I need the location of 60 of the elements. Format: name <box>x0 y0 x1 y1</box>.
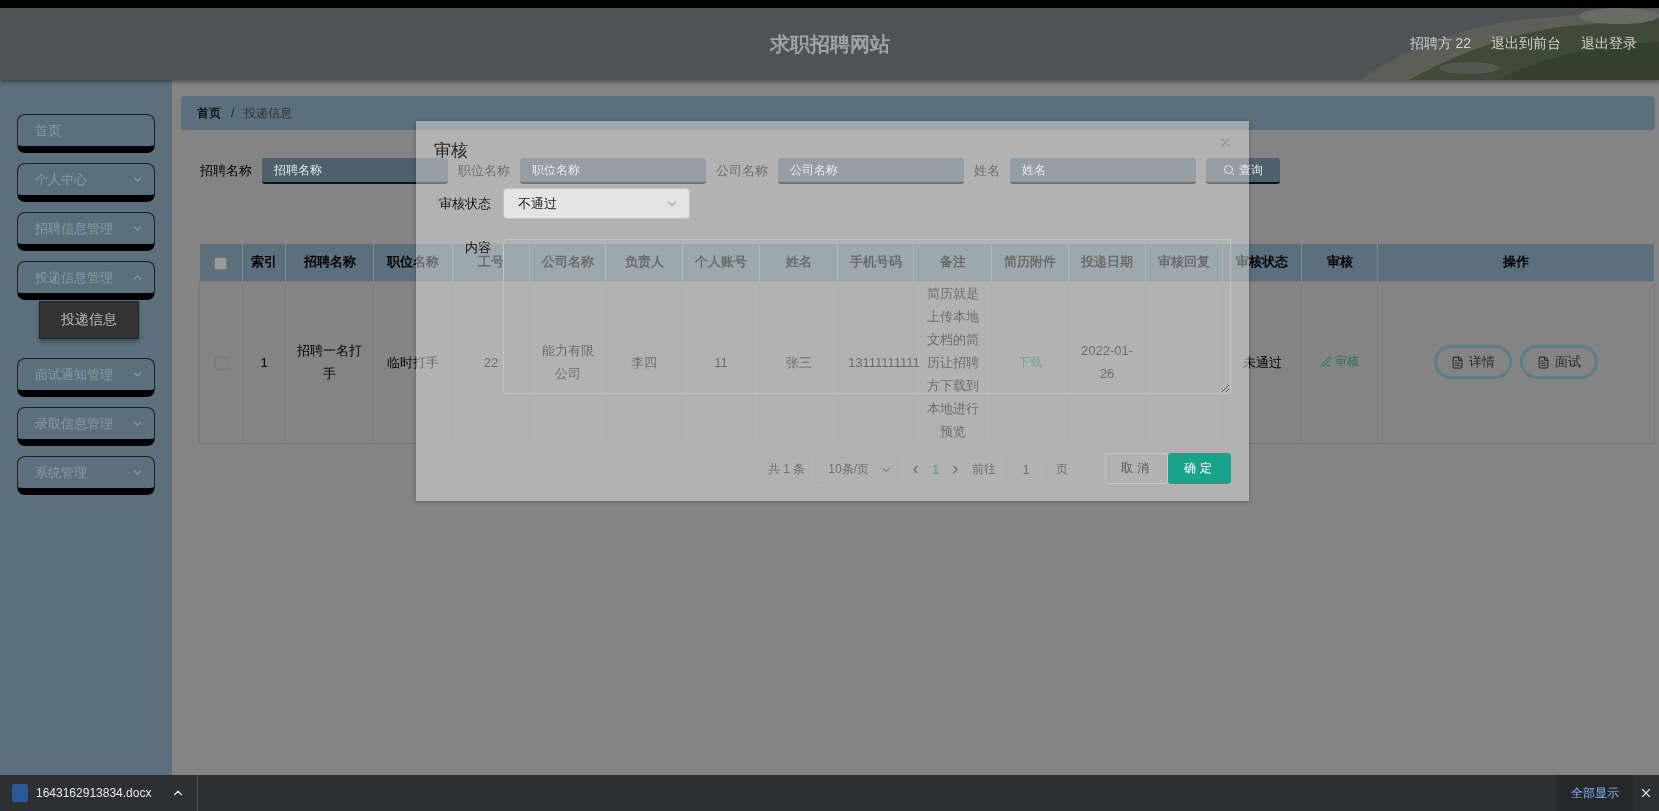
table-cell: 临时打手 <box>387 354 439 370</box>
page-input[interactable]: 1 <box>1006 457 1046 482</box>
table-cell: 李四 <box>631 354 657 370</box>
pencil-icon <box>1320 356 1332 367</box>
close-icon[interactable] <box>1639 786 1653 800</box>
content-field[interactable] <box>503 239 1231 394</box>
page-size-select[interactable]: 10条/页 <box>815 456 900 483</box>
column-header: 招聘名称 <box>285 244 374 281</box>
field-label: 审核状态 <box>438 194 492 213</box>
site-title: 求职招聘网站 <box>769 31 890 57</box>
table-cell: 11 <box>714 354 728 370</box>
field-label: 职位名称 <box>458 162 510 180</box>
column-header: 职位名称 <box>373 244 453 281</box>
table-cell: 招聘一名打手 <box>297 343 362 381</box>
column-header: 简历附件 <box>991 244 1069 281</box>
total-count: 共 1 条 <box>768 461 806 478</box>
column-header: 投递日期 <box>1068 244 1146 281</box>
document-icon <box>1451 355 1464 369</box>
field-label: 招聘名称 <box>200 162 252 180</box>
submenu-item[interactable]: 投递信息 <box>39 301 139 339</box>
column-header: 审核 <box>1301 244 1378 281</box>
action-button[interactable]: 详情 <box>1434 345 1512 379</box>
table-cell: 未通过 <box>1242 354 1282 370</box>
column-header: 审核状态 <box>1222 244 1302 281</box>
breadcrumb-item: 投递信息 <box>244 104 293 122</box>
breadcrumb-item[interactable]: 首页 <box>197 104 221 122</box>
column-header: 备注 <box>913 244 992 281</box>
table-cell: 2022-01-26 <box>1080 343 1133 381</box>
show-all-button[interactable]: 全部显示 <box>1557 775 1633 811</box>
field-label: 姓名 <box>974 162 1000 180</box>
search-field[interactable]: 公司名称 <box>778 158 964 184</box>
search-field[interactable]: 职位名称 <box>520 158 706 184</box>
download-file[interactable]: 1643162913834.docx <box>36 786 152 800</box>
status-select[interactable]: 不通过 <box>503 188 690 219</box>
search-field[interactable]: 姓名 <box>1010 158 1196 184</box>
column-header: 个人账号 <box>682 244 760 281</box>
header-link[interactable]: 招聘方 22 <box>1409 35 1471 53</box>
page-label: 页 <box>1056 461 1068 478</box>
column-header: 索引 <box>242 244 286 281</box>
search-field[interactable]: 招聘名称 <box>262 158 448 184</box>
document-icon <box>1537 355 1550 369</box>
column-header: 公司名称 <box>529 244 606 281</box>
goto-label: 前往 <box>972 461 996 478</box>
table-cell: 13111111111 <box>848 354 920 370</box>
column-header: 操作 <box>1377 244 1655 281</box>
column-header: 负责人 <box>605 244 683 281</box>
field-label: 内容 <box>464 239 492 255</box>
action-button[interactable]: 面试 <box>1520 345 1598 379</box>
document-icon <box>12 784 28 802</box>
column-header: 审核回复 <box>1145 244 1223 281</box>
table-cell: 1 <box>260 354 268 370</box>
search-icon <box>1223 164 1235 176</box>
table-cell: 22 <box>483 354 499 370</box>
header-link[interactable]: 退出到前台 <box>1491 35 1561 53</box>
checkbox[interactable] <box>214 256 228 270</box>
confirm-button[interactable]: 确定 <box>1168 453 1231 484</box>
column-header: 姓名 <box>759 244 838 281</box>
header-link[interactable]: 退出登录 <box>1581 35 1637 53</box>
column-header: 手机号码 <box>837 244 914 281</box>
breadcrumb-separator: / <box>231 106 235 120</box>
